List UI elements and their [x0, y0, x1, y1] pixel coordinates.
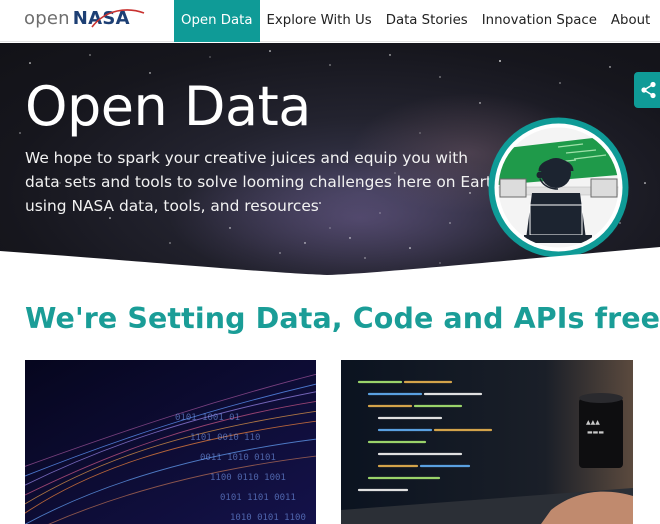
- svg-text:1010 0101 1100: 1010 0101 1100: [230, 513, 306, 523]
- share-icon: [641, 81, 656, 99]
- svg-text:1100 0110 1001: 1100 0110 1001: [210, 473, 286, 483]
- section-heading: We're Setting Data, Code and APIs free: [25, 302, 660, 335]
- svg-text:0101 1001 01: 0101 1001 01: [175, 413, 240, 423]
- data-card[interactable]: 0101 1001 01 1101 0010 110 0011 1010 010…: [25, 360, 316, 524]
- hero-wave-divider: [0, 247, 660, 275]
- page-title: Open Data: [25, 75, 311, 138]
- nav-link-data-stories[interactable]: Data Stories: [379, 0, 475, 42]
- logo-swoosh-icon: [91, 9, 145, 28]
- svg-text:0101 1101 0011: 0101 1101 0011: [220, 493, 296, 503]
- code-card[interactable]: ▲▲▲ ▬▬▬: [341, 360, 633, 524]
- code-on-laptop-image: ▲▲▲ ▬▬▬: [341, 360, 633, 524]
- nav-link-about[interactable]: About: [604, 0, 657, 42]
- top-navigation: open NASA Open Data Explore With Us Data…: [0, 0, 660, 42]
- svg-text:0011 1010 0101: 0011 1010 0101: [200, 453, 276, 463]
- hero-subtitle: We hope to spark your creative juices an…: [25, 149, 502, 215]
- logo-open-text: open: [24, 8, 70, 29]
- share-button[interactable]: [634, 72, 660, 108]
- nav-link-innovation-space[interactable]: Innovation Space: [475, 0, 604, 42]
- svg-text:▲▲▲: ▲▲▲: [586, 419, 600, 426]
- nav-link-open-data[interactable]: Open Data: [174, 0, 260, 42]
- main-menu: Open Data Explore With Us Data Stories I…: [174, 0, 657, 42]
- svg-text:1101 0010 110: 1101 0010 110: [190, 433, 260, 443]
- hero-banner: Open Data We hope to spark your creative…: [0, 43, 660, 275]
- nav-link-explore-with-us[interactable]: Explore With Us: [260, 0, 379, 42]
- open-nasa-logo[interactable]: open NASA: [24, 8, 145, 34]
- binary-data-stream-image: 0101 1001 01 1101 0010 110 0011 1010 010…: [25, 360, 316, 524]
- svg-text:▬▬▬: ▬▬▬: [587, 429, 604, 436]
